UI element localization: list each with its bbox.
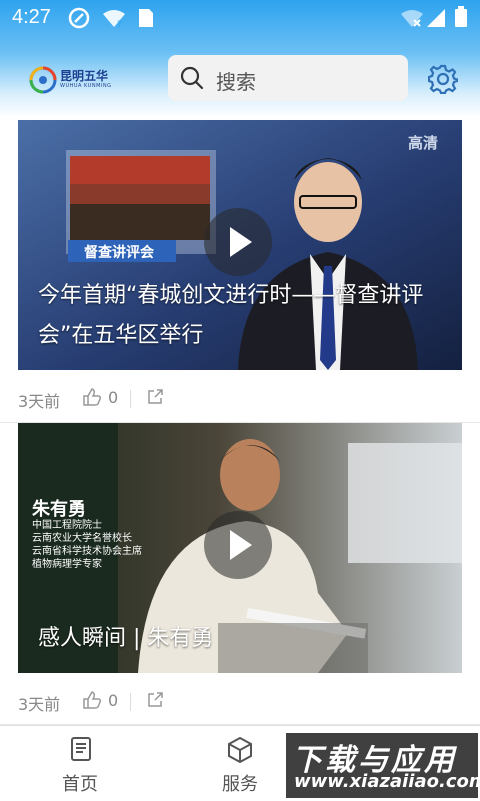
bio-line: 云南农业大学名誉校长 <box>32 533 132 544</box>
video-card[interactable]: 朱有勇 中国工程院院士 云南农业大学名誉校长 云南省科学技术协会主席 植物病理学… <box>0 421 480 726</box>
gear-icon[interactable] <box>428 64 458 94</box>
tab-home[interactable]: 首页 <box>0 726 160 801</box>
video-card[interactable]: 高清 督查讲评会 今年首期“春城创文进行时——督查讲评会”在五华区举行 3天前 … <box>0 118 480 423</box>
card-title: 今年首期“春城创文进行时——督查讲评会”在五华区举行 <box>38 283 424 348</box>
channel-label: 高清 <box>408 134 439 152</box>
play-button[interactable] <box>204 511 272 579</box>
signal-icon <box>427 9 445 27</box>
home-document-icon <box>71 737 91 761</box>
logo-emblem-icon <box>29 66 57 94</box>
logo-subtext: WUHUA KUNMING <box>60 83 112 89</box>
meta-divider <box>130 693 131 711</box>
app-header: 昆明五华 WUHUA KUNMING 搜索 <box>0 52 480 104</box>
search-icon <box>180 66 204 90</box>
screen-caption: 督查讲评会 <box>84 245 154 261</box>
person-bio: 中国工程院院士 云南农业大学名誉校长 云南省科学技术协会主席 植物病理学专家 <box>32 519 142 571</box>
watermark: 下载与应用 www.xiazaiiao.com <box>286 733 480 798</box>
search-placeholder: 搜索 <box>216 70 256 94</box>
tab-label: 首页 <box>62 774 98 795</box>
bio-line: 云南省科学技术协会主席 <box>32 546 142 557</box>
bio-line: 植物病理学专家 <box>32 559 102 570</box>
meta-divider <box>130 390 131 408</box>
video-thumbnail[interactable]: 朱有勇 中国工程院院士 云南农业大学名誉校长 云南省科学技术协会主席 植物病理学… <box>18 423 462 673</box>
battery-icon <box>455 6 467 27</box>
sync-icon <box>68 7 90 29</box>
watermark-url: www.xiazaiiao.com <box>294 771 480 792</box>
cube-icon <box>228 736 252 764</box>
like-count: 0 <box>108 691 119 710</box>
share-icon[interactable] <box>146 388 164 406</box>
wifi-question-icon: ? <box>103 10 125 28</box>
app-logo[interactable]: 昆明五华 WUHUA KUNMING <box>28 64 118 96</box>
play-button[interactable] <box>204 208 272 276</box>
status-time: 4:27 <box>12 6 51 28</box>
search-bar[interactable]: 搜索 <box>168 55 408 101</box>
time-ago: 3天前 <box>18 392 61 411</box>
svg-text:?: ? <box>117 20 122 28</box>
share-icon[interactable] <box>146 691 164 709</box>
status-bar: 4:27 ? <box>0 0 480 36</box>
video-thumbnail[interactable]: 高清 督查讲评会 今年首期“春城创文进行时——督查讲评会”在五华区举行 <box>18 120 462 370</box>
thumbs-up-icon[interactable] <box>82 690 102 710</box>
person-name: 朱有勇 <box>32 499 86 520</box>
wifi-off-icon <box>401 10 423 27</box>
like-count: 0 <box>108 388 119 407</box>
sim-card-icon <box>139 9 153 27</box>
card-title: 感人瞬间 | 朱有勇 <box>38 626 214 651</box>
logo-text: 昆明五华 <box>60 69 109 83</box>
thumbs-up-icon[interactable] <box>82 387 102 407</box>
bio-line: 中国工程院院士 <box>32 520 102 531</box>
time-ago: 3天前 <box>18 695 61 714</box>
